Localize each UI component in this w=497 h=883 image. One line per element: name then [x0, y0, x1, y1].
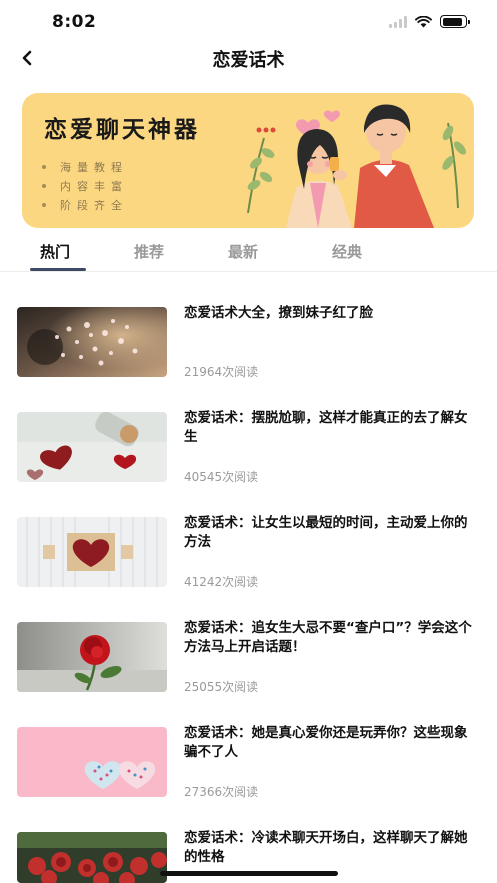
- article-thumbnail: [17, 832, 167, 883]
- nav-bar: 恋爱话术: [0, 40, 497, 76]
- read-count: 25055次阅读: [184, 680, 259, 694]
- article-item[interactable]: 恋爱话术：让女生以最短的时间，主动爱上你的方法 41242次阅读: [0, 515, 497, 607]
- article-thumbnail: [17, 412, 167, 482]
- banner-title: 恋爱聊天神器: [44, 117, 200, 143]
- promo-banner[interactable]: 恋爱聊天神器 海量教程 内容丰富 阶段齐全: [22, 93, 474, 228]
- banner-feature-list: 海量教程 内容丰富 阶段齐全: [42, 157, 128, 214]
- article-item[interactable]: 恋爱话术：她是真心爱你还是玩弄你？这些现象骗不了人 27366次阅读: [0, 725, 497, 817]
- tab-hot[interactable]: 热门: [40, 241, 70, 262]
- page-title: 恋爱话术: [212, 50, 285, 71]
- article-title: 恋爱话术：摆脱尬聊，这样才能真正的去了解女生: [184, 410, 468, 445]
- banner-feature: 海量教程: [42, 157, 128, 176]
- article-thumbnail: [17, 517, 167, 587]
- article-title: 恋爱话术：让女生以最短的时间，主动爱上你的方法: [184, 515, 468, 550]
- battery-icon: [440, 15, 470, 28]
- article-title: 恋爱话术：冷读术聊天开场白，这样聊天了解她的性格: [184, 830, 468, 865]
- article-thumbnail: [17, 727, 167, 797]
- tab-latest[interactable]: 最新: [228, 241, 258, 262]
- article-thumbnail: [17, 307, 167, 377]
- tab-recommended[interactable]: 推荐: [134, 241, 164, 262]
- article-title: 恋爱话术大全，撩到妹子红了脸: [184, 305, 373, 321]
- home-indicator: [160, 871, 338, 876]
- read-count: 41242次阅读: [184, 575, 259, 589]
- wifi-icon: [415, 15, 432, 27]
- status-time: 8:02: [52, 12, 97, 32]
- category-tabs: 热门 推荐 最新 经典: [0, 234, 497, 272]
- read-count: 40545次阅读: [184, 470, 259, 484]
- article-title: 恋爱话术：追女生大忌不要“查户口”？学会这个方法马上开启话题！: [184, 620, 472, 655]
- article-title: 恋爱话术：她是真心爱你还是玩弄你？这些现象骗不了人: [184, 725, 468, 760]
- couple-illustration: [247, 104, 466, 228]
- cellular-signal-icon: [389, 15, 407, 28]
- banner-feature: 内容丰富: [42, 176, 128, 195]
- article-item[interactable]: 恋爱话术：追女生大忌不要“查户口”？学会这个方法马上开启话题！ 25055次阅读: [0, 620, 497, 712]
- active-tab-indicator: [30, 268, 86, 271]
- status-icons: [389, 15, 470, 28]
- article-item[interactable]: 恋爱话术：摆脱尬聊，这样才能真正的去了解女生 40545次阅读: [0, 410, 497, 502]
- battery-fill: [442, 17, 463, 26]
- article-thumbnail: [17, 622, 167, 692]
- read-count: 27366次阅读: [184, 785, 259, 799]
- read-count: 21964次阅读: [184, 365, 259, 379]
- tab-classic[interactable]: 经典: [332, 241, 362, 262]
- banner-feature: 阶段齐全: [42, 195, 128, 214]
- status-bar: 8:02: [0, 0, 497, 44]
- article-item[interactable]: 恋爱话术大全，撩到妹子红了脸 21964次阅读: [0, 305, 497, 397]
